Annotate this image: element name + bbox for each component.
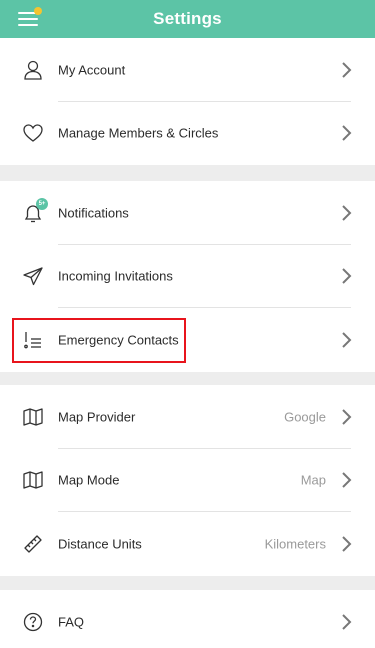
- question-circle-icon: [23, 612, 43, 631]
- manage-members-row[interactable]: Manage Members & Circles: [0, 102, 375, 166]
- map-provider-value: Google: [284, 409, 326, 425]
- person-icon: [24, 60, 42, 80]
- chevron-right-icon: [342, 409, 352, 425]
- chevron-right-icon: [342, 62, 352, 78]
- emergency-contacts-label: Emergency Contacts: [58, 332, 179, 348]
- map-mode-label: Map Mode: [58, 472, 120, 488]
- notifications-label: Notifications: [58, 205, 129, 221]
- map-provider-label: Map Provider: [58, 409, 136, 425]
- notifications-row[interactable]: 5+ Notifications: [0, 181, 375, 245]
- my-account-label: My Account: [58, 62, 126, 78]
- hamburger-menu-icon[interactable]: [18, 7, 42, 27]
- faq-label: FAQ: [58, 614, 85, 630]
- faq-row[interactable]: FAQ: [0, 590, 375, 648]
- chevron-right-icon: [342, 332, 352, 348]
- section-separator: [0, 372, 375, 385]
- help-section: FAQ: [0, 590, 375, 648]
- notification-dot: [34, 7, 42, 15]
- map-mode-value: Map: [300, 472, 326, 488]
- distance-units-row[interactable]: Distance Units Kilometers: [0, 512, 375, 576]
- notifications-badge: 5+: [36, 198, 48, 210]
- account-section: My Account Manage Members & Circles: [0, 38, 375, 165]
- my-account-row[interactable]: My Account: [0, 38, 375, 102]
- chevron-right-icon: [342, 205, 352, 221]
- section-separator: [0, 165, 375, 181]
- chevron-right-icon: [342, 125, 352, 141]
- distance-units-label: Distance Units: [58, 536, 142, 552]
- incoming-invitations-label: Incoming Invitations: [58, 268, 173, 284]
- page-title: Settings: [153, 9, 222, 28]
- notifications-section: 5+ Notifications Incoming Invitations Em…: [0, 181, 375, 372]
- ruler-icon: [24, 535, 42, 553]
- map-section: Map Provider Google Map Mode Map Distanc…: [0, 385, 375, 576]
- map-icon: [23, 408, 43, 426]
- distance-units-value: Kilometers: [264, 536, 326, 552]
- map-icon: [23, 471, 43, 489]
- app-header: Settings: [0, 0, 375, 38]
- section-separator: [0, 576, 375, 590]
- incoming-invitations-row[interactable]: Incoming Invitations: [0, 245, 375, 308]
- chevron-right-icon: [342, 536, 352, 552]
- map-provider-row[interactable]: Map Provider Google: [0, 385, 375, 449]
- chevron-right-icon: [342, 268, 352, 284]
- emergency-contacts-row[interactable]: Emergency Contacts: [0, 308, 375, 372]
- chevron-right-icon: [342, 472, 352, 488]
- manage-members-label: Manage Members & Circles: [58, 125, 219, 141]
- heart-icon: [23, 124, 43, 143]
- paper-plane-icon: [23, 267, 43, 286]
- chevron-right-icon: [342, 614, 352, 630]
- map-mode-row[interactable]: Map Mode Map: [0, 449, 375, 512]
- emergency-list-icon: [24, 331, 41, 349]
